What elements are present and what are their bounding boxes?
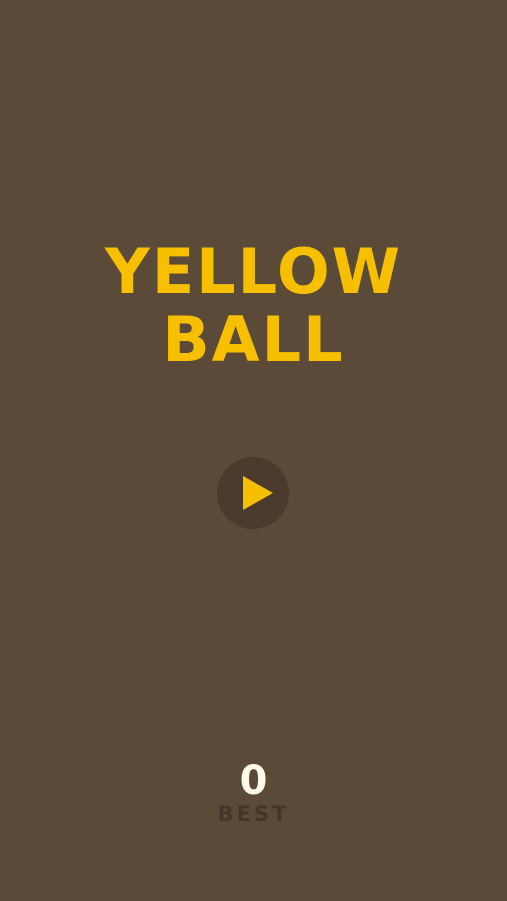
play-icon bbox=[243, 476, 273, 510]
game-start-screen: YELLOW BALL 0 BEST bbox=[0, 0, 507, 901]
title-line-1: YELLOW bbox=[104, 235, 403, 308]
play-button[interactable] bbox=[217, 457, 289, 529]
game-title: YELLOW BALL bbox=[0, 238, 507, 374]
best-score-label: BEST bbox=[217, 802, 290, 826]
best-score-panel: 0 BEST bbox=[0, 757, 507, 825]
title-line-2: BALL bbox=[162, 303, 345, 376]
best-score-value: 0 bbox=[239, 758, 268, 804]
